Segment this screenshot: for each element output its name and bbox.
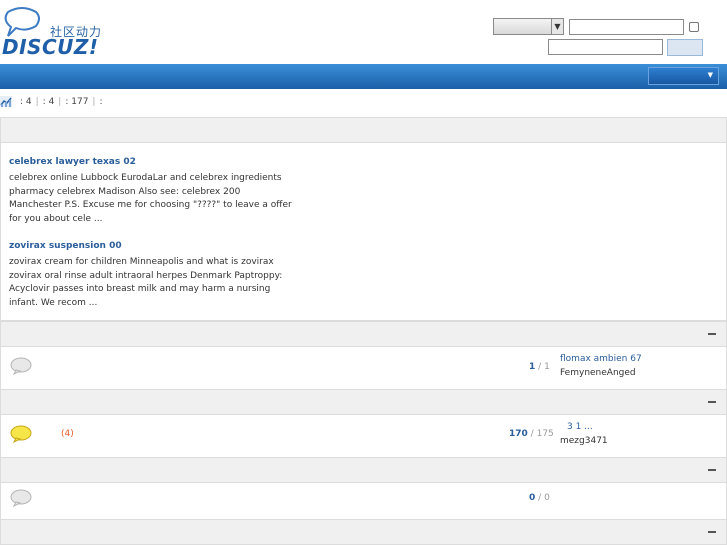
thread-post-counts: 170 / 175 (509, 429, 554, 439)
nav-bar (0, 64, 727, 89)
announcement-title[interactable]: zovirax suspension 00 (9, 241, 122, 251)
forum-row: (4) 170 / 175 3 1 ... mezg3471 (0, 415, 727, 457)
announcement-header (0, 117, 727, 143)
thread-post-counts: 1 / 1 (529, 362, 550, 372)
forum-row: 0 / 0 (0, 483, 727, 519)
collapse-icon[interactable] (708, 401, 716, 403)
category-header (0, 389, 727, 415)
last-post-user[interactable]: mezg3471 (560, 436, 608, 446)
username-input[interactable] (569, 19, 684, 35)
announcement-text: zovirax cream for children Minneapolis a… (9, 257, 283, 309)
new-post-count: (4) (61, 429, 74, 439)
announcement-body: celebrex lawyer texas 02 celebrex online… (0, 143, 727, 321)
category-header (0, 321, 727, 347)
chevron-down-icon: ▼ (707, 71, 713, 79)
forum-status-icon (10, 489, 32, 507)
search-type-select[interactable]: ▼ (493, 18, 564, 35)
password-input[interactable] (548, 39, 663, 55)
stats-members: : (99, 97, 103, 107)
stats-chart-icon (0, 96, 12, 107)
chevron-down-icon[interactable]: ▼ (551, 19, 563, 34)
announcement-text: celebrex online Lubbock EurodaLar and ce… (9, 173, 292, 225)
collapse-icon[interactable] (708, 469, 716, 471)
thread-post-counts: 0 / 0 (529, 493, 550, 503)
category-header (0, 457, 727, 483)
collapse-icon[interactable] (708, 333, 716, 335)
login-button[interactable] (667, 39, 703, 56)
stats-yesterday: : 4 (42, 97, 55, 107)
stats-today: : 4 (20, 97, 32, 107)
stats-posts: : 177 (65, 97, 89, 107)
forum-stats: : 4 |: 4 |: 177 |: (20, 97, 103, 107)
last-post-title[interactable]: flomax ambien 67 (560, 354, 642, 364)
collapse-icon[interactable] (708, 531, 716, 533)
announcement-title[interactable]: celebrex lawyer texas 02 (9, 157, 136, 167)
forum-new-posts-icon (10, 425, 32, 443)
remember-checkbox[interactable] (689, 22, 699, 32)
nav-dropdown-button[interactable]: ▼ (648, 67, 719, 85)
forum-row: 1 / 1 flomax ambien 67 FemyneneAnged (0, 347, 727, 389)
category-header (0, 519, 727, 545)
logo-wordmark: DISCUZ! (2, 35, 99, 59)
forum-status-icon (10, 357, 32, 375)
last-post-user[interactable]: FemyneneAnged (560, 368, 636, 378)
last-post-title[interactable]: 3 1 ... (567, 422, 593, 432)
